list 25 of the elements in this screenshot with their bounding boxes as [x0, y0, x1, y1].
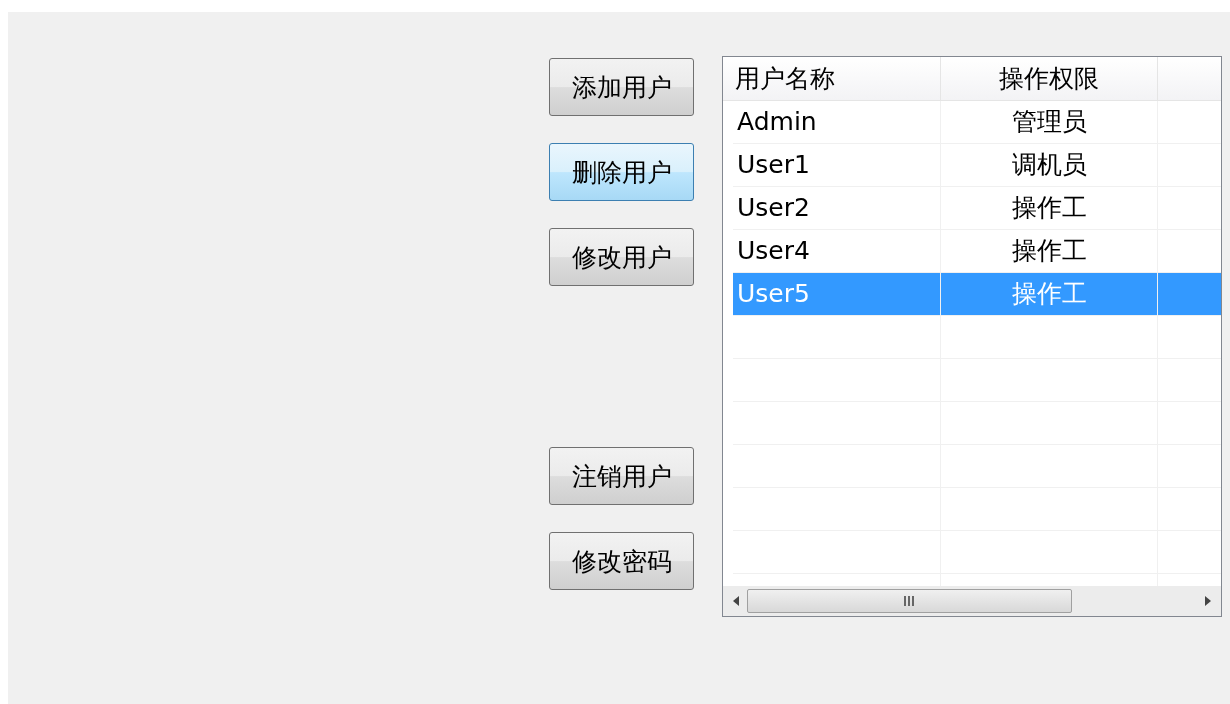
table-cell: User2 — [733, 187, 941, 229]
table-cell: 管理员 — [941, 101, 1158, 143]
table-cell: 操作工 — [941, 273, 1158, 315]
horizontal-scrollbar[interactable] — [723, 586, 1221, 616]
table-cell: 操作工 — [941, 187, 1158, 229]
table-row[interactable]: User1 调机员 — [733, 144, 1221, 187]
table-cell: 调机员 — [941, 144, 1158, 186]
toolbar-button[interactable]: 删除用户 — [549, 143, 694, 201]
table-cell: User4 — [733, 230, 941, 272]
toolbar-button[interactable]: 修改用户 — [549, 228, 694, 286]
grip-icon — [904, 596, 915, 606]
table-row[interactable]: Admin 管理员 — [733, 101, 1221, 144]
table-cell: User1 — [733, 144, 941, 186]
table-row[interactable]: User2 操作工 — [733, 187, 1221, 230]
table-cell: User5 — [733, 273, 941, 315]
right-arrow-icon[interactable] — [1205, 596, 1211, 606]
toolbar-button[interactable]: 修改密码 — [549, 532, 694, 590]
table-cell: 操作工 — [941, 230, 1158, 272]
toolbar-button[interactable]: 注销用户 — [549, 447, 694, 505]
toolbar-button[interactable]: 添加用户 — [549, 58, 694, 116]
column-header[interactable]: 用户名称 — [723, 57, 941, 100]
left-arrow-icon[interactable] — [733, 596, 739, 606]
scrollbar-thumb[interactable] — [747, 589, 1072, 613]
table-cell: Admin — [733, 101, 941, 143]
column-header[interactable]: 操作权限 — [941, 57, 1158, 100]
